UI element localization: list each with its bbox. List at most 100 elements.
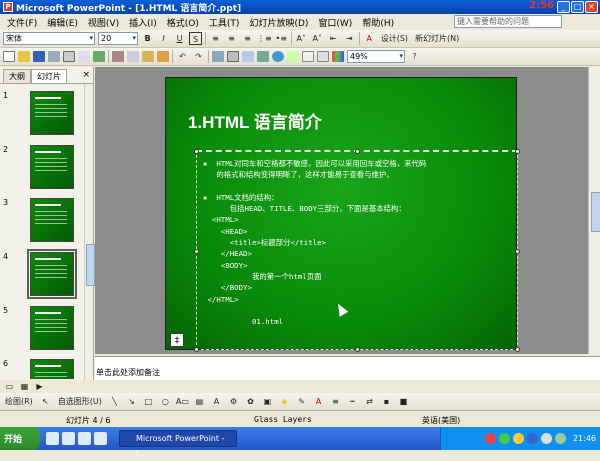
autoshapes-button[interactable]: 自选图形(U): [56, 395, 104, 408]
tray-icon[interactable]: [540, 433, 552, 444]
slide-thumbnail-row[interactable]: 1: [0, 91, 84, 141]
copy-icon[interactable]: [127, 51, 139, 62]
menu-tools[interactable]: 工具(T): [204, 16, 245, 29]
dash-style-icon[interactable]: ┅: [346, 395, 359, 408]
resize-handle[interactable]: [194, 249, 199, 254]
slide-canvas[interactable]: 1.HTML 语言简介 ▪ HTML对同车和空格都不敏感，因此可以采用回车或空格…: [165, 77, 520, 352]
tray-icon[interactable]: [526, 433, 538, 444]
tray-icon[interactable]: [498, 433, 510, 444]
format-painter-icon[interactable]: [157, 51, 169, 62]
slide-thumbnail[interactable]: [30, 359, 74, 379]
notes-pane[interactable]: 单击此处添加备注: [95, 356, 600, 380]
slide-thumbnail[interactable]: [30, 145, 74, 189]
maximize-icon[interactable]: □: [571, 1, 584, 13]
arrow-style-icon[interactable]: ⇄: [363, 395, 376, 408]
quicklaunch-icon[interactable]: [62, 432, 75, 445]
textbox-icon[interactable]: A▭: [176, 395, 189, 408]
resize-handle[interactable]: [194, 347, 199, 352]
picture-icon[interactable]: ▣: [261, 395, 274, 408]
panel-scrollbar[interactable]: [84, 84, 95, 380]
notes-placeholder[interactable]: 单击此处添加备注: [96, 368, 160, 377]
close-icon[interactable]: ×: [82, 70, 90, 80]
arrow-icon[interactable]: ↘: [125, 395, 138, 408]
new-slide-button[interactable]: 新幻灯片(N): [413, 32, 461, 45]
undo-icon[interactable]: ↶: [176, 50, 189, 63]
wordart-icon[interactable]: A: [210, 395, 223, 408]
slide-thumbnail[interactable]: [30, 306, 74, 350]
slide-body-placeholder[interactable]: ▪ HTML对同车和空格都不敏感，因此可以采用回车或空格，来代码 的格式和结构变…: [194, 149, 520, 352]
shadow-style-icon[interactable]: ▪: [380, 395, 393, 408]
insert-table-icon[interactable]: [227, 51, 239, 62]
menu-insert[interactable]: 插入(I): [124, 16, 162, 29]
bullets-icon[interactable]: •≡: [275, 32, 288, 45]
slide-thumbnail[interactable]: [30, 91, 74, 135]
menu-view[interactable]: 视图(V): [83, 16, 124, 29]
font-size-combo[interactable]: 20: [98, 32, 138, 45]
print-icon[interactable]: [63, 51, 75, 62]
slide-thumbnail[interactable]: [30, 198, 74, 242]
autofit-options-icon[interactable]: ‡: [170, 333, 184, 347]
design-button[interactable]: 设计(S): [379, 32, 410, 45]
resize-handle[interactable]: [194, 149, 199, 154]
color-grayscale-icon[interactable]: [332, 51, 344, 62]
slide-thumbnail-row[interactable]: 6: [0, 359, 84, 379]
tab-slides[interactable]: 幻灯片: [31, 69, 67, 83]
sorter-view-icon[interactable]: ▦: [18, 380, 31, 393]
quicklaunch-icon[interactable]: [94, 432, 107, 445]
normal-view-icon[interactable]: ▭: [3, 380, 16, 393]
resize-handle[interactable]: [515, 249, 520, 254]
menu-edit[interactable]: 编辑(E): [42, 16, 83, 29]
menu-window[interactable]: 窗口(W): [313, 16, 357, 29]
insert-image-icon[interactable]: [257, 51, 269, 62]
line-color-icon[interactable]: ✎: [295, 395, 308, 408]
slideshow-view-icon[interactable]: ▶: [33, 380, 46, 393]
shadow-button[interactable]: S: [189, 32, 202, 45]
print-preview-icon[interactable]: [78, 51, 90, 62]
permission-icon[interactable]: [48, 51, 60, 62]
tray-icon[interactable]: [554, 433, 566, 444]
menu-slideshow[interactable]: 幻灯片放映(D): [244, 16, 313, 29]
grow-font-icon[interactable]: A˄: [295, 32, 308, 45]
show-formatting-icon[interactable]: [302, 51, 314, 62]
fill-color-icon[interactable]: ◈: [278, 395, 291, 408]
powerpoint-app-icon[interactable]: P: [3, 2, 13, 12]
start-button[interactable]: 开始: [0, 427, 40, 450]
menu-help[interactable]: 帮助(H): [357, 16, 399, 29]
draw-menu-button[interactable]: 绘图(R): [3, 395, 35, 408]
help-icon[interactable]: ?: [408, 50, 421, 63]
slide-thumbnail-row[interactable]: 3: [0, 198, 84, 248]
zoom-combo[interactable]: 49%: [347, 50, 405, 63]
taskbar-powerpoint-button[interactable]: Microsoft PowerPoint - [...: [119, 430, 237, 458]
italic-button[interactable]: I: [157, 32, 170, 45]
decrease-indent-icon[interactable]: ⇤: [327, 32, 340, 45]
expand-all-icon[interactable]: [287, 51, 299, 62]
align-right-icon[interactable]: ≡: [241, 32, 254, 45]
resize-handle[interactable]: [515, 347, 520, 352]
quicklaunch-icon[interactable]: [46, 432, 59, 445]
slide-title[interactable]: 1.HTML 语言简介: [188, 108, 322, 133]
new-icon[interactable]: [3, 51, 15, 62]
close-icon[interactable]: ×: [585, 1, 598, 13]
save-icon[interactable]: [33, 51, 45, 62]
font-combo[interactable]: 宋体: [3, 32, 95, 45]
insert-chart-icon[interactable]: [212, 51, 224, 62]
line-icon[interactable]: ╲: [108, 395, 121, 408]
help-search-input[interactable]: 键入需要帮助的问题: [454, 15, 562, 28]
tab-outline[interactable]: 大纲: [3, 69, 31, 83]
open-icon[interactable]: [18, 51, 30, 62]
tables-borders-icon[interactable]: [242, 51, 254, 62]
minimize-icon[interactable]: _: [557, 1, 570, 13]
3d-style-icon[interactable]: ■: [397, 395, 410, 408]
vertical-textbox-icon[interactable]: ▤: [193, 395, 206, 408]
clipart-icon[interactable]: ✿: [244, 395, 257, 408]
paste-icon[interactable]: [142, 51, 154, 62]
quicklaunch-icon[interactable]: [78, 432, 91, 445]
slide-body-text[interactable]: ▪ HTML对同车和空格都不敏感，因此可以采用回车或空格，来代码 的格式和结构变…: [203, 158, 426, 327]
show-grid-icon[interactable]: [317, 51, 329, 62]
font-color-icon[interactable]: A: [363, 32, 376, 45]
slide-thumbnail-selected[interactable]: [27, 249, 77, 299]
tray-icon[interactable]: [484, 433, 496, 444]
redo-icon[interactable]: ↷: [192, 50, 205, 63]
resize-handle[interactable]: [355, 149, 360, 154]
slide-thumbnail-row[interactable]: 4: [0, 249, 84, 302]
